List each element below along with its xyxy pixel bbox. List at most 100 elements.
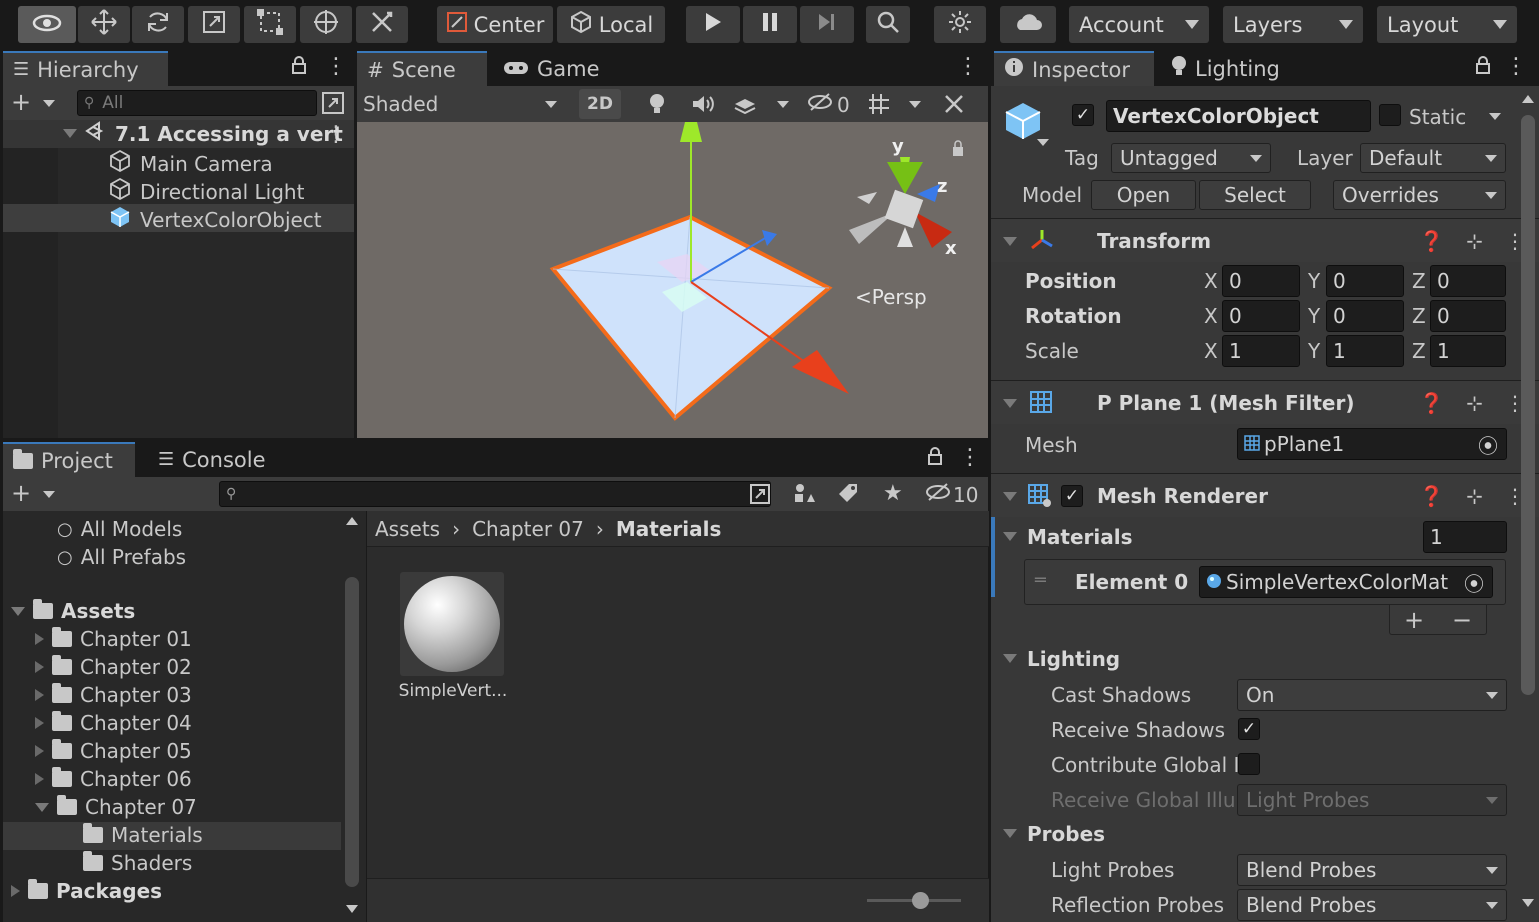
tab-lighting[interactable]: Lighting [1161,51,1290,86]
chevron-down-icon[interactable] [777,101,789,108]
grid-snap-icon[interactable] [867,92,891,121]
play-button[interactable] [686,6,740,43]
add-plus-icon[interactable]: + [11,479,31,507]
tab-project[interactable]: Project [3,442,135,477]
reflection-probes-dropdown[interactable]: Blend Probes [1237,889,1507,921]
folder-chapter-05[interactable]: Chapter 05 [35,739,192,763]
shading-mode-dropdown[interactable]: Shaded [363,90,563,118]
custom-tool-button[interactable] [356,6,408,43]
scene-viewport[interactable]: y z x <Persp [357,122,988,438]
chevron-down-icon[interactable] [1489,113,1501,120]
mesh-renderer-header[interactable]: ✓ Mesh Renderer ❓ ⊹ ⋮ [991,473,1539,517]
settings-sun-button[interactable] [934,6,986,43]
tab-inspector[interactable]: Inspector [994,51,1154,86]
persp-label[interactable]: <Persp [855,285,927,309]
cast-shadows-dropdown[interactable]: On [1237,679,1507,711]
tag-dropdown[interactable]: Untagged [1111,143,1271,173]
folder-chapter-06[interactable]: Chapter 06 [35,767,192,791]
folder-shaders[interactable]: Shaders [83,851,192,875]
object-picker-icon[interactable]: ⦿ [1478,430,1498,459]
material-object-field[interactable]: SimpleVertexColorMat ⦿ [1199,566,1493,598]
account-dropdown[interactable]: Account [1069,6,1209,43]
scroll-up-icon[interactable] [1522,95,1534,103]
object-name-field[interactable]: VertexColorObject [1106,100,1371,132]
project-search-input[interactable]: ⚲ [219,481,771,507]
hierarchy-item-vertexcolorobject[interactable]: VertexColorObject [108,205,322,234]
search-mode-icon[interactable] [749,483,771,510]
position-y-field[interactable]: 0 [1326,265,1404,297]
rotation-z-field[interactable]: 0 [1430,300,1506,332]
breadcrumb-item[interactable]: Chapter 07 [472,517,584,541]
presets-sliders-icon[interactable]: ⊹ [1466,484,1483,508]
scale-y-field[interactable]: 1 [1326,335,1404,367]
presets-sliders-icon[interactable]: ⊹ [1466,229,1483,253]
step-button[interactable] [800,6,854,43]
materials-count-field[interactable]: 1 [1423,521,1507,553]
static-checkbox[interactable] [1379,104,1401,126]
position-z-field[interactable]: 0 [1430,265,1506,297]
transform-header[interactable]: Transform ❓ ⊹ ⋮ [991,218,1539,262]
lighting-bulb-icon[interactable] [647,92,667,121]
tab-hierarchy[interactable]: ☰ Hierarchy [3,51,168,86]
tab-game[interactable]: Game [493,51,610,86]
rotate-tool-button[interactable] [132,6,184,43]
rotation-y-field[interactable]: 0 [1326,300,1404,332]
audio-speaker-icon[interactable] [691,94,715,119]
transform-tool-button[interactable] [300,6,352,43]
search-toolbar-button[interactable] [866,6,910,43]
chevron-down-icon[interactable] [909,101,921,108]
filter-by-type-icon[interactable] [793,482,815,511]
expand-arrow-icon[interactable] [1003,829,1017,838]
mesh-renderer-enabled-checkbox[interactable]: ✓ [1061,485,1083,507]
add-plus-icon[interactable]: + [11,88,31,116]
expand-arrow-icon[interactable] [1003,532,1017,541]
rotation-x-field[interactable]: 0 [1222,300,1300,332]
hierarchy-search-input[interactable]: ⚲ All [77,90,317,116]
receive-shadows-checkbox[interactable]: ✓ [1238,718,1260,740]
scroll-down-icon[interactable] [1522,899,1534,907]
remove-element-button[interactable]: − [1452,606,1472,634]
folder-assets[interactable]: Assets [11,599,135,623]
asset-tile-material[interactable]: SimpleVert... [397,569,507,717]
add-element-button[interactable]: + [1404,606,1424,634]
hidden-packages-toggle[interactable]: 10 [925,482,978,507]
help-icon[interactable]: ❓ [1419,391,1444,415]
scrollbar-thumb[interactable] [345,577,359,887]
scene-search-mode-icon[interactable] [321,91,345,120]
folder-tree-scrollbar[interactable] [343,517,361,917]
kebab-menu-icon[interactable]: ⋮ [957,54,979,79]
breadcrumb-item[interactable]: Assets [375,517,440,541]
folder-chapter-04[interactable]: Chapter 04 [35,711,192,735]
drag-handle-icon[interactable]: ═ [1035,570,1046,591]
model-open-button[interactable]: Open [1091,180,1196,210]
active-checkbox[interactable]: ✓ [1072,104,1094,126]
pivot-local-button[interactable]: Local [557,6,665,43]
hierarchy-item-main-camera[interactable]: Main Camera [108,149,273,178]
hierarchy-item-directional-light[interactable]: Directional Light [108,177,304,206]
help-icon[interactable]: ❓ [1419,484,1444,508]
mesh-filter-header[interactable]: P Plane 1 (Mesh Filter) ❓ ⊹ ⋮ [991,380,1539,424]
rect-tool-button[interactable] [244,6,296,43]
layout-dropdown[interactable]: Layout [1377,6,1517,43]
effects-layers-icon[interactable] [733,94,757,119]
breadcrumb-item-current[interactable]: Materials [616,517,722,541]
chevron-down-icon[interactable] [1037,139,1049,146]
tab-console[interactable]: ☰ Console [148,442,276,477]
view-tool-button[interactable] [18,6,76,43]
chevron-down-icon[interactable] [43,491,55,498]
icon-size-slider-thumb[interactable] [912,892,929,909]
tab-scene[interactable]: # Scene [357,51,487,86]
object-picker-icon[interactable]: ⦿ [1464,568,1484,597]
scale-tool-button[interactable] [188,6,240,43]
folder-chapter-07[interactable]: Chapter 07 [35,795,197,819]
kebab-menu-icon[interactable]: ⋮ [325,122,347,147]
lock-icon[interactable] [1475,55,1491,81]
move-tool-button[interactable] [78,6,130,43]
kebab-menu-icon[interactable]: ⋮ [1505,54,1527,79]
inspector-scrollbar[interactable] [1519,91,1537,921]
scene-root-item[interactable]: 7.1 Accessing a vert [63,121,343,146]
layer-dropdown[interactable]: Default [1360,143,1506,173]
model-overrides-dropdown[interactable]: Overrides [1333,180,1506,210]
favorite-all-prefabs[interactable]: ○ All Prefabs [57,545,186,569]
mesh-object-field[interactable]: pPlane1 ⦿ [1237,428,1507,460]
